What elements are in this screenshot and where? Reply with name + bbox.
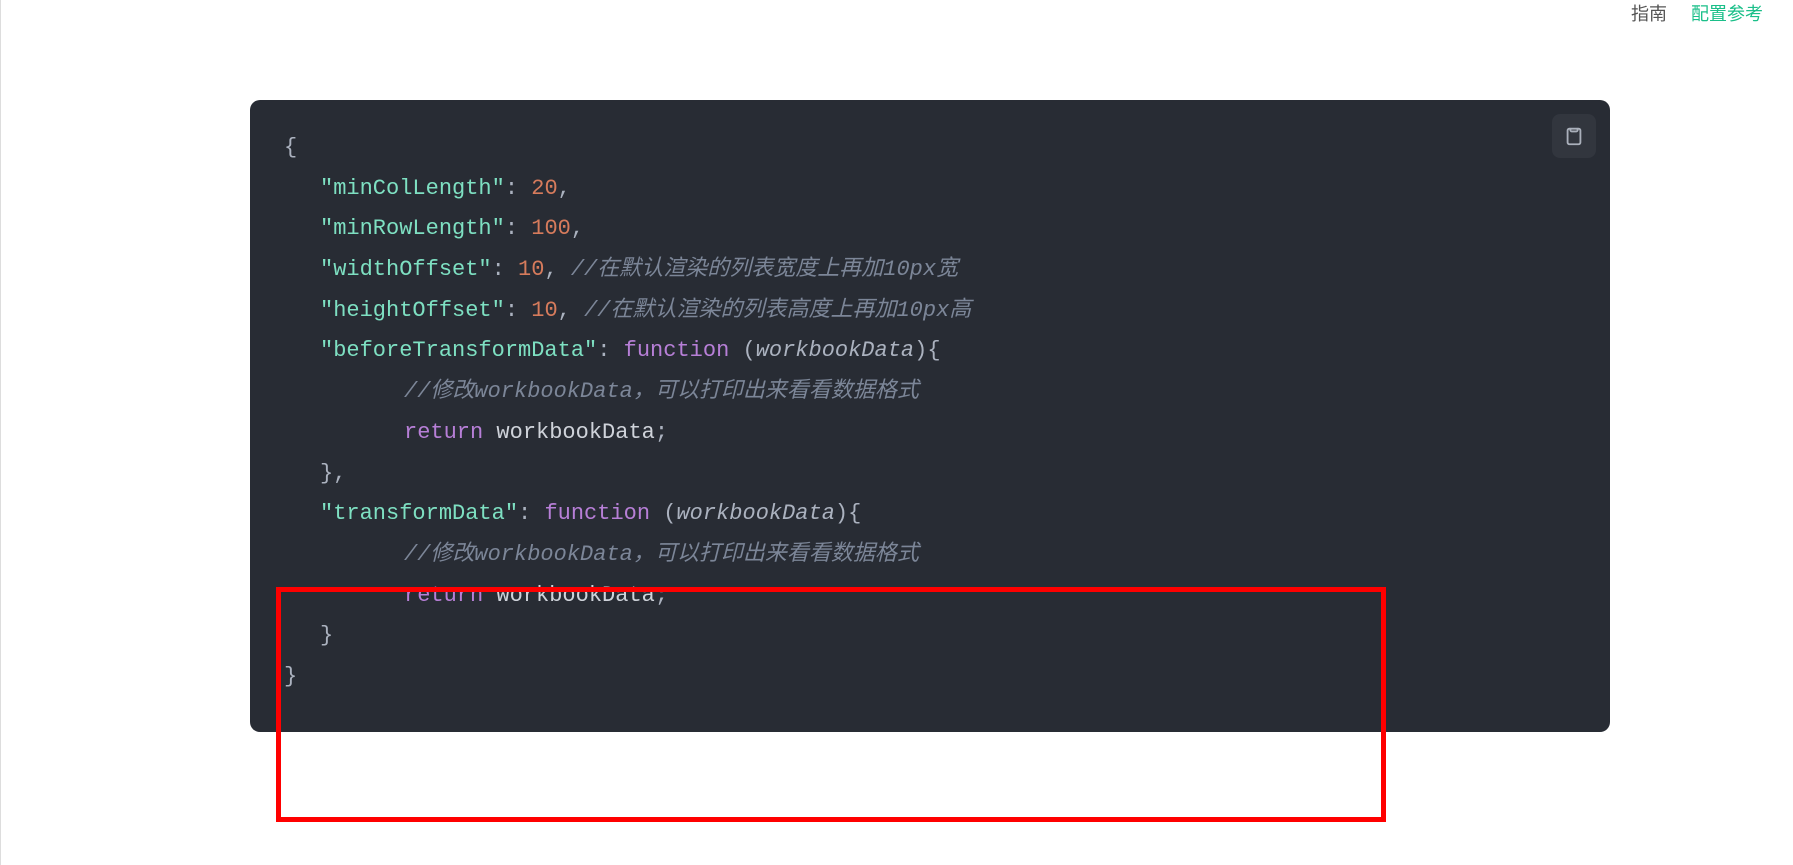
keyword-function-1: function <box>624 338 730 363</box>
val-minRowLength: 100 <box>531 216 571 241</box>
val-heightOffset: 10 <box>531 298 557 323</box>
nav-config-reference[interactable]: 配置参考 <box>1691 0 1763 26</box>
key-widthOffset: "widthOffset" <box>320 257 492 282</box>
clipboard-icon <box>1563 125 1585 147</box>
brace-open: { <box>284 135 297 160</box>
val-minColLength: 20 <box>531 176 557 201</box>
top-nav: 指南 配置参考 <box>1631 0 1793 26</box>
code-block: {"minColLength": 20,"minRowLength": 100,… <box>250 100 1610 732</box>
nav-guide[interactable]: 指南 <box>1631 0 1667 26</box>
key-minRowLength: "minRowLength" <box>320 216 505 241</box>
key-transformData: "transformData" <box>320 501 518 526</box>
keyword-return-2: return <box>404 583 483 608</box>
page-left-divider <box>0 0 1 865</box>
key-minColLength: "minColLength" <box>320 176 505 201</box>
key-beforeTransformData: "beforeTransformData" <box>320 338 597 363</box>
val-widthOffset: 10 <box>518 257 544 282</box>
comment-heightOffset: //在默认渲染的列表高度上再加10px高 <box>584 298 971 323</box>
keyword-return-1: return <box>404 420 483 445</box>
arg-workbookData-1: workbookData <box>756 338 914 363</box>
keyword-function-2: function <box>544 501 650 526</box>
comment-before-body: //修改workbookData，可以打印出来看看数据格式 <box>404 379 919 404</box>
comment-widthOffset: //在默认渲染的列表宽度上再加10px宽 <box>571 257 958 282</box>
code-content: {"minColLength": 20,"minRowLength": 100,… <box>284 128 1576 698</box>
arg-workbookData-2: workbookData <box>676 501 834 526</box>
key-heightOffset: "heightOffset" <box>320 298 505 323</box>
copy-button[interactable] <box>1552 114 1596 158</box>
id-workbookData-2: workbookData <box>496 583 654 608</box>
comment-transform-body: //修改workbookData，可以打印出来看看数据格式 <box>404 542 919 567</box>
id-workbookData-1: workbookData <box>496 420 654 445</box>
